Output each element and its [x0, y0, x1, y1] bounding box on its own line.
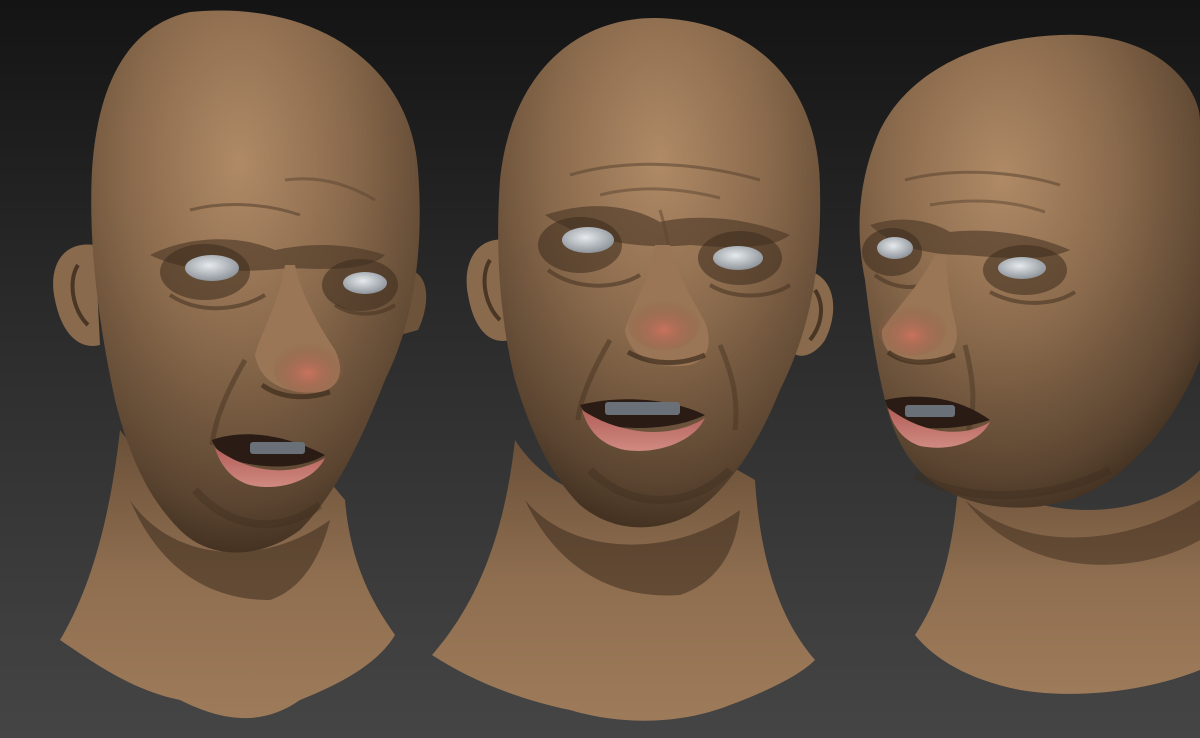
viewport — [0, 0, 1200, 738]
head-view-center — [432, 18, 834, 721]
sculpt-render — [53, 10, 1200, 721]
head-view-left — [53, 10, 427, 719]
head-view-right — [859, 34, 1200, 694]
